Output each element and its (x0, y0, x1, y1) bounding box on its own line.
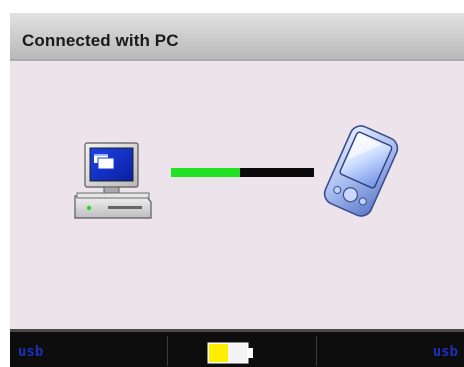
title-bar: Connected with PC (10, 13, 464, 61)
softkey-divider (167, 336, 168, 366)
battery-icon (207, 342, 255, 364)
screen-title: Connected with PC (22, 31, 179, 50)
softkey-bar: usb usb (10, 329, 464, 367)
pda-handheld-icon (320, 121, 402, 221)
device-screen: Connected with PC usb usb (10, 13, 464, 367)
progress-fill (171, 168, 240, 177)
left-softkey-usb[interactable]: usb (18, 344, 43, 360)
connection-progress-bar (171, 168, 314, 177)
right-softkey-usb[interactable]: usb (433, 344, 458, 360)
desktop-pc-icon (72, 142, 154, 222)
softkey-divider (316, 336, 317, 366)
